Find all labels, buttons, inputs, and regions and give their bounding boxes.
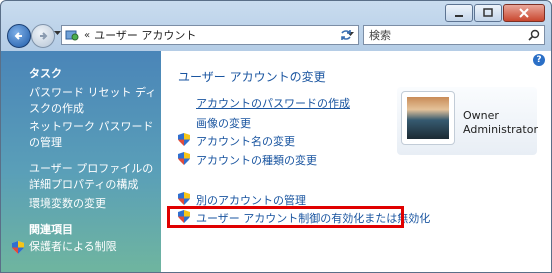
maximize-icon [483,8,493,17]
sidebar-item-environment-variables[interactable]: 環境変数の変更 [29,196,157,212]
link-change-account-type[interactable]: アカウントの種類の変更 [196,152,317,168]
sidebar-item-reset-disk[interactable]: パスワード リセット ディスクの作成 [29,85,157,117]
uac-shield-icon [178,152,190,165]
user-account-tile: Owner Administrator [397,87,538,155]
control-panel-window: « ユーザー アカウント 検索 タスク パスワード リセット ディスクの作成 ネ… [0,0,552,273]
search-placeholder: 検索 [369,29,391,42]
task-pane: タスク パスワード リセット ディスクの作成 ネットワーク パスワードの管理 ユ… [1,51,161,272]
sidebar-item-network-passwords[interactable]: ネットワーク パスワードの管理 [29,119,157,151]
close-icon [519,8,529,18]
forward-button[interactable] [31,24,55,48]
tasks-heading: タスク [29,67,62,80]
search-icon[interactable] [528,29,540,41]
navigation-bar: « ユーザー アカウント 検索 [1,21,551,49]
back-button[interactable] [7,24,31,48]
avatar-picture [407,97,449,139]
link-change-account-name[interactable]: アカウント名の変更 [196,133,295,149]
avatar [401,91,455,145]
link-create-password[interactable]: アカウントのパスワードの作成 [196,95,350,111]
address-bar[interactable]: « ユーザー アカウント [61,25,359,45]
user-name: Owner [463,109,499,122]
history-dropdown-icon[interactable] [54,31,61,36]
arrow-left-icon [14,32,22,40]
control-panel-icon [65,30,79,41]
minimize-icon [455,15,463,17]
sidebar-item-parental-controls[interactable]: 保護者による制限 [29,239,157,255]
breadcrumb-user-accounts[interactable]: ユーザー アカウント [94,27,196,43]
refresh-icon[interactable] [339,28,353,42]
help-icon[interactable]: ? [533,54,545,66]
minimize-button[interactable] [445,4,473,22]
arrow-right-icon [40,32,48,40]
user-role: Administrator [463,123,538,136]
uac-shield-icon [178,133,190,146]
related-heading: 関連項目 [29,223,73,236]
link-change-picture[interactable]: 画像の変更 [196,115,251,131]
address-separator: « [84,29,91,41]
search-box[interactable]: 検索 [363,25,545,45]
uac-shield-icon [178,192,190,205]
maximize-button[interactable] [474,4,502,22]
highlight-box [167,206,404,228]
sidebar-item-profile-properties[interactable]: ユーザー プロファイルの詳細プロパティの構成 [29,161,157,193]
content-area: タスク パスワード リセット ディスクの作成 ネットワーク パスワードの管理 ユ… [1,51,551,272]
page-title: ユーザー アカウントの変更 [178,70,326,84]
caption-buttons [445,4,545,22]
close-button[interactable] [503,4,545,22]
shield-icon [12,241,24,254]
main-pane: ? ユーザー アカウントの変更 アカウントのパスワードの作成 画像の変更 アカウ… [161,51,551,272]
